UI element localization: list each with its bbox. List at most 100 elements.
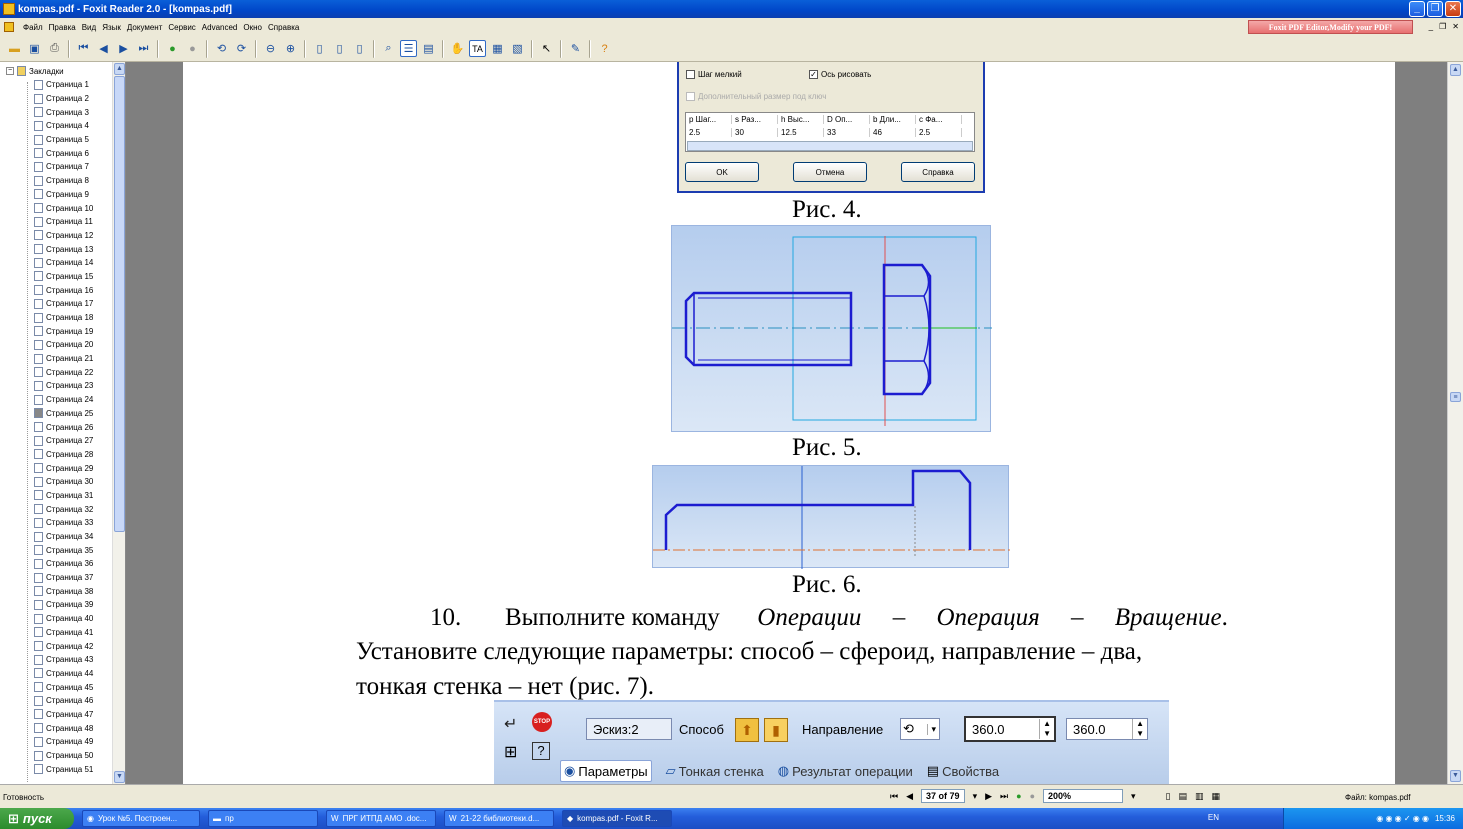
go-forward-icon[interactable]: ● [184, 40, 201, 57]
go-back-icon[interactable]: ● [1016, 791, 1021, 801]
first-page-icon[interactable]: ⏮ [890, 791, 898, 802]
menu-file[interactable]: Файл [23, 23, 43, 32]
bookmark-item[interactable]: Страница 39 [34, 598, 93, 612]
bookmark-item[interactable]: Страница 25 [34, 407, 93, 421]
bookmark-item[interactable]: Страница 49 [34, 735, 93, 749]
bookmark-item[interactable]: Страница 18 [34, 311, 93, 325]
menu-view[interactable]: Вид [82, 23, 96, 32]
bookmark-item[interactable]: Страница 50 [34, 749, 93, 763]
sidebar-scroll-thumb[interactable] [114, 76, 125, 532]
print-icon[interactable]: ⎙ [46, 40, 63, 57]
bookmark-item[interactable]: Страница 16 [34, 283, 93, 297]
snapshot-icon[interactable]: ▦ [489, 40, 506, 57]
sidebar-scrollbar[interactable]: ▲ ▼ [112, 62, 125, 784]
bookmark-item[interactable]: Страница 42 [34, 639, 93, 653]
mdi-close-button[interactable]: ✕ [1452, 22, 1459, 31]
menu-window[interactable]: Окно [243, 23, 262, 32]
zoom-in-icon[interactable]: ⊕ [282, 40, 299, 57]
close-button[interactable]: ✕ [1445, 1, 1461, 17]
bookmark-item[interactable]: Страница 24 [34, 393, 93, 407]
bookmark-item[interactable]: Страница 35 [34, 543, 93, 557]
language-indicator[interactable]: EN [1208, 813, 1219, 822]
next-page-icon[interactable]: ▶ [985, 791, 992, 802]
actual-size-icon[interactable]: ▯ [311, 40, 328, 57]
fit-width-icon[interactable]: ▯ [351, 40, 368, 57]
save-icon[interactable]: ▣ [26, 40, 43, 57]
bookmark-item[interactable]: Страница 1 [34, 78, 93, 92]
menu-edit[interactable]: Правка [49, 23, 76, 32]
hand-tool-icon[interactable]: ✋ [449, 40, 466, 57]
task-chrome[interactable]: ◉ Урок №5. Построен... [82, 810, 200, 827]
bookmark-item[interactable]: Страница 27 [34, 434, 93, 448]
find-icon[interactable]: ⌕ [380, 40, 397, 57]
bookmark-item[interactable]: Страница 43 [34, 653, 93, 667]
bookmark-item[interactable]: Страница 40 [34, 612, 93, 626]
fit-page-icon[interactable]: ▯ [331, 40, 348, 57]
bookmark-item[interactable]: Страница 19 [34, 324, 93, 338]
task-folder[interactable]: ▬ пр [208, 810, 318, 827]
select-arrow-icon[interactable]: ↖ [538, 40, 555, 57]
tray-icons[interactable]: ◉ ◉ ◉ ✓ ◉ ◉ [1376, 814, 1429, 823]
bookmark-item[interactable]: Страница 33 [34, 516, 93, 530]
page-dropdown-icon[interactable]: ▾ [973, 791, 978, 802]
page-number-field[interactable]: 37 of 79 [921, 789, 965, 803]
bookmark-item[interactable]: Страница 17 [34, 297, 93, 311]
open-icon[interactable]: ▬ [6, 40, 23, 57]
continuous-facing-icon[interactable]: ▦ [1212, 791, 1221, 802]
rotate-left-icon[interactable]: ⟲ [213, 40, 230, 57]
bookmark-item[interactable]: Страница 21 [34, 352, 93, 366]
last-page-icon[interactable]: ⏭ [135, 40, 152, 57]
menu-help[interactable]: Справка [268, 23, 299, 32]
bookmark-item[interactable]: Страница 32 [34, 502, 93, 516]
document-scrollbar[interactable]: ▲ ≡ ▼ [1447, 62, 1463, 784]
facing-icon[interactable]: ▥ [1195, 791, 1204, 802]
bookmark-item[interactable]: Страница 36 [34, 557, 93, 571]
go-back-icon[interactable]: ● [164, 40, 181, 57]
bookmark-item[interactable]: Страница 3 [34, 105, 93, 119]
menu-document[interactable]: Документ [127, 23, 163, 32]
start-button[interactable]: ⊞ пуск [0, 808, 74, 829]
bookmark-item[interactable]: Страница 5 [34, 133, 93, 147]
bookmark-item[interactable]: Страница 2 [34, 92, 93, 106]
task-foxit[interactable]: ◆ kompas.pdf - Foxit R... [562, 810, 672, 827]
bookmark-item[interactable]: Страница 14 [34, 256, 93, 270]
task-word-1[interactable]: W ПРГ ИТПД АМО .doc... [326, 810, 436, 827]
minimize-button[interactable]: _ [1409, 1, 1425, 17]
bookmark-item[interactable]: Страница 15 [34, 270, 93, 284]
first-page-icon[interactable]: ⏮ [75, 40, 92, 57]
prev-page-icon[interactable]: ◀ [95, 40, 112, 57]
mdi-minimize-button[interactable]: _ [1429, 22, 1433, 31]
maximize-button[interactable]: ❐ [1427, 1, 1443, 17]
bookmark-item[interactable]: Страница 29 [34, 461, 93, 475]
bookmarks-panel-icon[interactable]: ☰ [400, 40, 417, 57]
bookmark-item[interactable]: Страница 46 [34, 694, 93, 708]
text-select-icon[interactable]: TA [469, 40, 486, 57]
scroll-up-icon[interactable]: ▲ [1450, 64, 1461, 76]
menu-language[interactable]: Язык [102, 23, 121, 32]
help-icon[interactable]: ? [596, 40, 613, 57]
bookmark-item[interactable]: Страница 47 [34, 708, 93, 722]
annotation-icon[interactable]: ✎ [567, 40, 584, 57]
bookmark-item[interactable]: Страница 10 [34, 201, 93, 215]
image-icon[interactable]: ▧ [509, 40, 526, 57]
task-word-2[interactable]: W 21-22 библиотеки.d... [444, 810, 554, 827]
bookmark-item[interactable]: Страница 7 [34, 160, 93, 174]
bookmark-item[interactable]: Страница 48 [34, 721, 93, 735]
bookmark-item[interactable]: Страница 12 [34, 229, 93, 243]
bookmark-item[interactable]: Страница 28 [34, 448, 93, 462]
bookmark-item[interactable]: Страница 6 [34, 146, 93, 160]
continuous-icon[interactable]: ▤ [1178, 791, 1187, 802]
single-page-icon[interactable]: ▯ [1166, 791, 1171, 802]
rotate-right-icon[interactable]: ⟳ [233, 40, 250, 57]
bookmark-item[interactable]: Страница 44 [34, 667, 93, 681]
bookmark-item[interactable]: Страница 8 [34, 174, 93, 188]
bookmark-item[interactable]: Страница 31 [34, 489, 93, 503]
bookmark-item[interactable]: Страница 34 [34, 530, 93, 544]
bookmark-item[interactable]: Страница 41 [34, 626, 93, 640]
menu-advanced[interactable]: Advanced [202, 23, 238, 32]
bookmark-item[interactable]: Страница 13 [34, 242, 93, 256]
next-page-icon[interactable]: ▶ [115, 40, 132, 57]
go-forward-icon[interactable]: ● [1030, 791, 1035, 801]
bookmark-item[interactable]: Страница 38 [34, 584, 93, 598]
mdi-restore-button[interactable]: ❐ [1439, 22, 1446, 31]
